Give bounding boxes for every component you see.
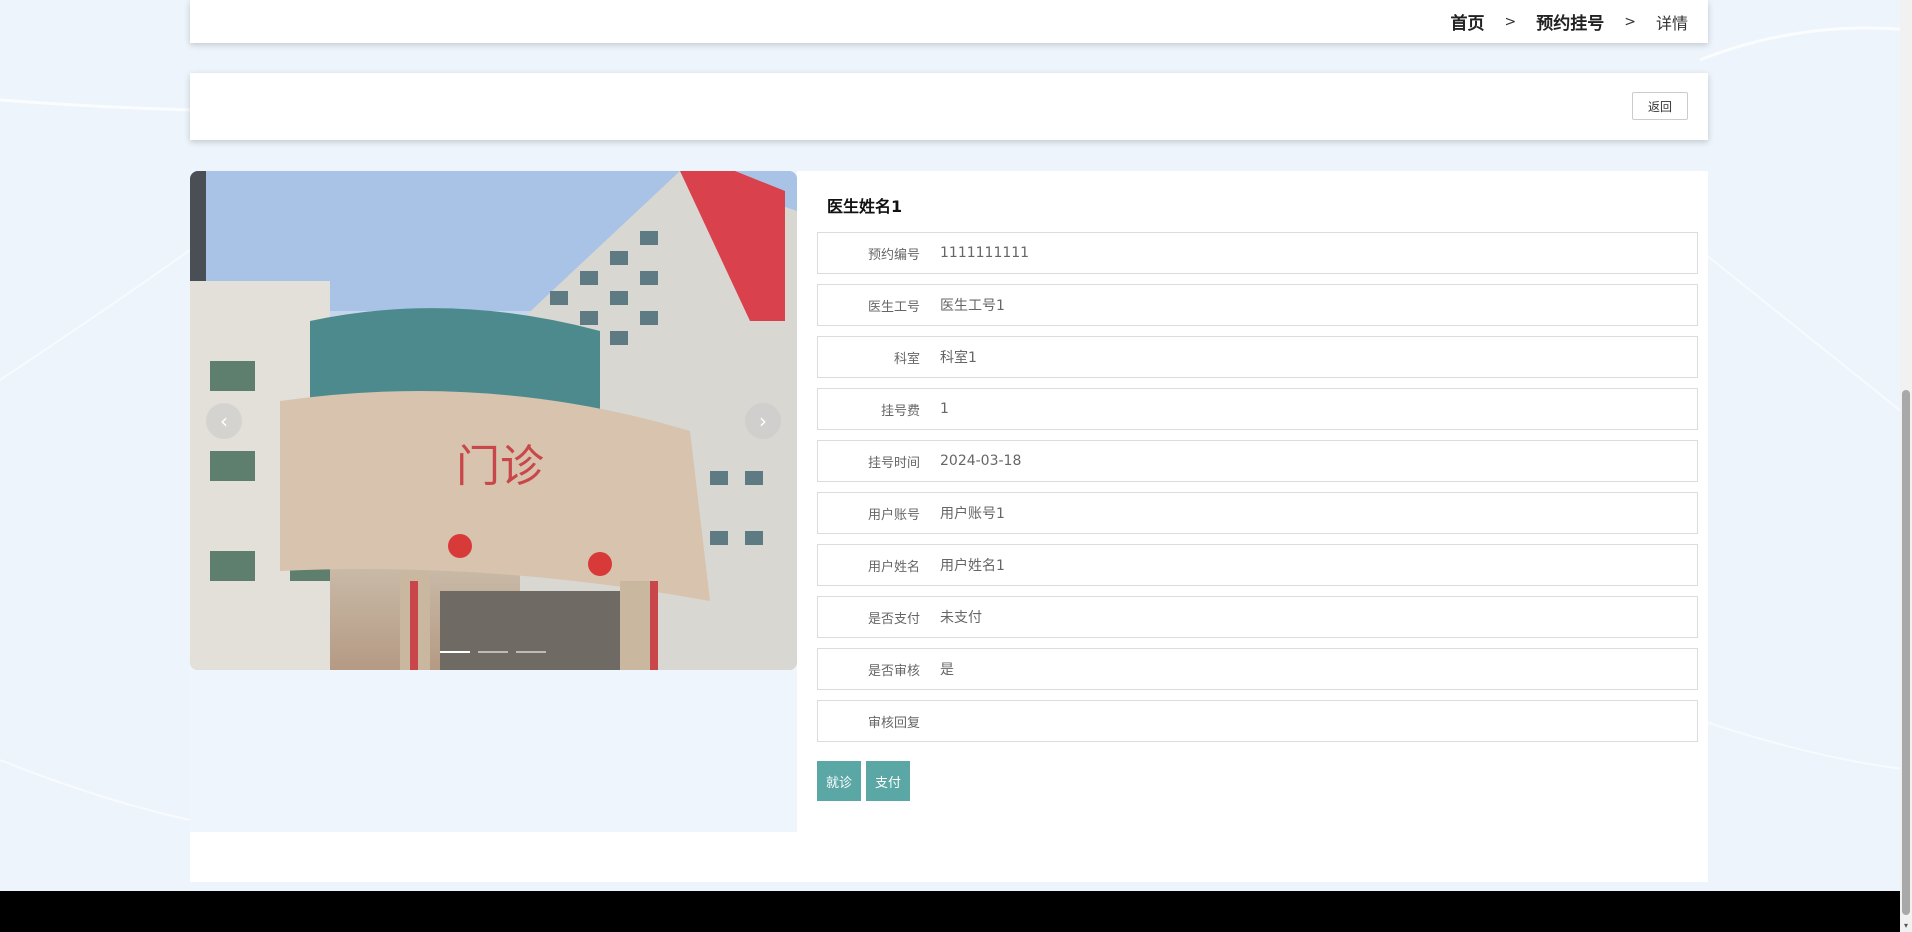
breadcrumb: 首页 > 预约挂号 > 详情 <box>190 0 1708 43</box>
chevron-right-icon[interactable]: › <box>745 403 781 439</box>
field-value: 医生工号1 <box>940 298 1005 314</box>
scroll-down-icon[interactable]: ▾ <box>1902 922 1910 930</box>
breadcrumb-separator: > <box>1624 13 1636 30</box>
field-row: 医生工号 医生工号1 <box>817 284 1698 326</box>
field-row: 用户姓名 用户姓名1 <box>817 544 1698 586</box>
field-label: 预约编号 <box>867 247 920 263</box>
field-value: 1111111111 <box>940 245 1030 261</box>
field-value: 未支付 <box>940 610 982 626</box>
field-row: 审核回复 <box>817 700 1698 742</box>
chevron-left-icon[interactable]: ‹ <box>206 403 242 439</box>
breadcrumb-home[interactable]: 首页 <box>1451 9 1485 34</box>
field-row: 挂号时间 2024-03-18 <box>817 440 1698 482</box>
svg-text:门诊: 门诊 <box>456 441 544 492</box>
vertical-scrollbar[interactable]: ▾ <box>1900 0 1912 932</box>
carousel-indicators <box>440 651 546 653</box>
pay-button[interactable]: 支付 <box>866 761 911 801</box>
field-value: 用户姓名1 <box>940 558 1005 574</box>
field-row: 预约编号 1111111111 <box>817 232 1698 274</box>
scroll-thumb[interactable] <box>1902 390 1910 915</box>
back-button[interactable]: 返回 <box>1632 92 1688 120</box>
carousel-dot[interactable] <box>516 651 546 653</box>
breadcrumb-separator: > <box>1504 13 1517 30</box>
field-label: 用户姓名 <box>867 559 920 575</box>
doctor-name: 医生姓名1 <box>827 197 903 216</box>
field-row: 挂号费 1 <box>817 388 1698 430</box>
field-label: 审核回复 <box>867 715 920 731</box>
field-value: 是 <box>940 662 954 678</box>
detail-panel: 门诊 ‹ › 医生姓名1 预约编号 1111111111 医生工号 医生工号1 … <box>190 171 1708 882</box>
field-row: 科室 科室1 <box>817 336 1698 378</box>
field-value: 用户账号1 <box>940 506 1005 522</box>
hospital-photo: 门诊 <box>190 171 797 670</box>
field-label: 是否审核 <box>867 663 920 679</box>
field-label: 科室 <box>893 351 920 367</box>
image-carousel[interactable]: 门诊 ‹ › <box>190 171 797 670</box>
action-bar: 返回 <box>190 73 1708 140</box>
field-value: 1 <box>940 401 949 417</box>
breadcrumb-current: 详情 <box>1655 13 1688 33</box>
breadcrumb-section[interactable]: 预约挂号 <box>1536 9 1604 34</box>
field-label: 医生工号 <box>867 299 920 315</box>
visit-button[interactable]: 就诊 <box>817 761 862 801</box>
field-row: 用户账号 用户账号1 <box>817 492 1698 534</box>
field-row: 是否支付 未支付 <box>817 596 1698 638</box>
carousel-dot[interactable] <box>478 651 508 653</box>
footer <box>0 891 1912 932</box>
gallery-column: 门诊 ‹ › <box>190 171 797 832</box>
carousel-dot[interactable] <box>440 651 470 653</box>
field-label: 用户账号 <box>867 507 920 523</box>
field-label: 是否支付 <box>867 611 920 627</box>
field-label: 挂号费 <box>880 403 920 419</box>
field-value: 2024-03-18 <box>940 453 1022 469</box>
field-row: 是否审核 是 <box>817 648 1698 690</box>
action-buttons: 就诊 支付 <box>817 761 911 801</box>
field-label: 挂号时间 <box>867 455 920 471</box>
field-value: 科室1 <box>940 350 977 366</box>
